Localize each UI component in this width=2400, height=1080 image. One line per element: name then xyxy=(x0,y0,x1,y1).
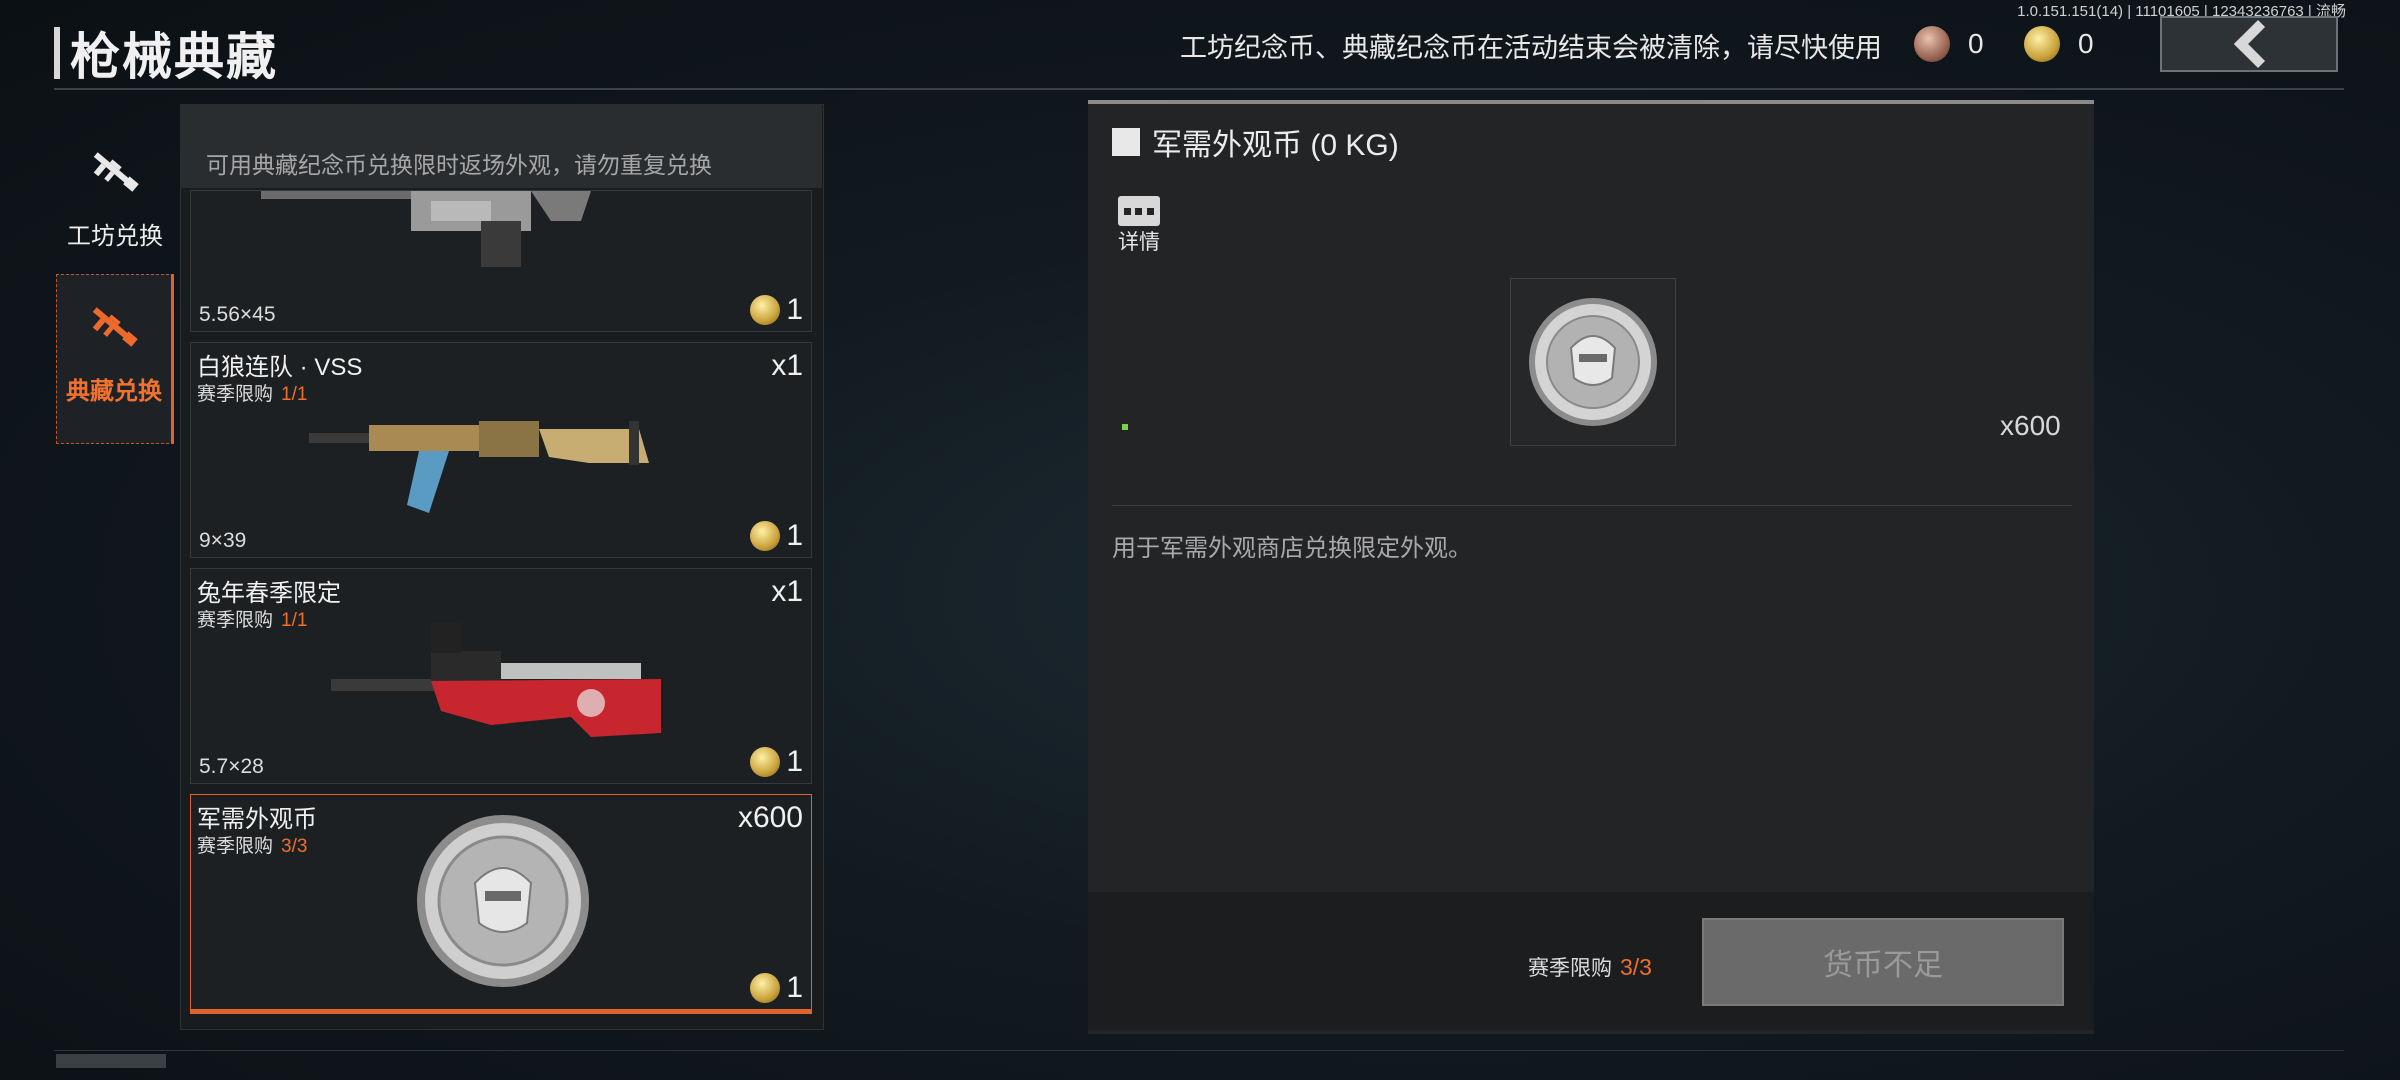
collection-coin-count: 0 xyxy=(2078,28,2094,59)
gold-coin-icon xyxy=(750,295,781,325)
ammo-caliber: 9×39 xyxy=(199,529,247,552)
list-item-selected[interactable]: 军需外观币 赛季限购 3/3 x600 1 xyxy=(190,794,812,1014)
item-quantity: x600 xyxy=(737,801,803,834)
workshop-coin-count: 0 xyxy=(1968,28,1984,59)
rifle-icon xyxy=(93,152,139,192)
page-title: 枪械典藏 xyxy=(70,29,278,85)
limit-label: 赛季限购 xyxy=(197,610,274,631)
price-value: 1 xyxy=(786,745,803,778)
list-item[interactable]: 兔年春季限定 赛季限购 1/1 x1 5.7×28 1 xyxy=(190,568,812,784)
ammo-caliber: 5.7×28 xyxy=(199,755,264,778)
limit-value: 1/1 xyxy=(281,384,308,405)
coin-expiry-notice: 工坊纪念币、典藏纪念币在活动结束会被清除，请尽快使用 xyxy=(1180,33,1882,63)
rifle-icon xyxy=(92,307,138,347)
gold-coin-icon xyxy=(750,973,781,1003)
limit-label: 赛季限购 xyxy=(1528,957,1612,980)
item-name: 白狼连队 · VSS xyxy=(197,354,363,381)
season-limit: 赛季限购 3/3 xyxy=(1528,952,1652,982)
insufficient-currency-button[interactable]: 货币不足 xyxy=(1702,918,2064,1006)
more-details-button[interactable] xyxy=(1118,196,1160,226)
supply-coin-image xyxy=(417,815,589,987)
back-button[interactable] xyxy=(2160,16,2338,72)
item-description: 用于军需外观商店兑换限定外观。 xyxy=(1112,535,1472,562)
collection-coin-icon xyxy=(2024,26,2060,62)
rifle-skin-image xyxy=(261,191,591,267)
ammo-caliber: 5.56×45 xyxy=(199,303,276,326)
header-divider xyxy=(54,88,2344,90)
item-price: 1 xyxy=(750,971,803,1005)
item-name: 兔年春季限定 xyxy=(197,580,341,607)
chevron-left-icon xyxy=(2233,19,2283,69)
item-price: 1 xyxy=(750,293,803,327)
item-tag-icon xyxy=(1112,128,1140,156)
tab-label: 工坊兑换 xyxy=(67,223,163,250)
more-details-label[interactable]: 详情 xyxy=(1118,226,1160,256)
gold-coin-icon xyxy=(750,521,781,551)
detail-title-row: 军需外观币 (0 KG) xyxy=(1112,120,1399,164)
limit-label: 赛季限购 xyxy=(197,836,274,857)
price-value: 1 xyxy=(786,293,803,326)
title-marker xyxy=(54,27,60,79)
item-name: 军需外观币 xyxy=(197,806,317,833)
tab-collection-exchange[interactable]: 典藏兑换 xyxy=(56,274,174,444)
exchange-hint: 可用典藏纪念币兑换限时返场外观，请勿重复兑换 xyxy=(206,152,712,178)
price-value: 1 xyxy=(786,971,803,1004)
detail-title: 军需外观币 (0 KG) xyxy=(1152,129,1399,162)
footer-decoration xyxy=(56,1054,166,1068)
item-price: 1 xyxy=(750,745,803,779)
status-dot xyxy=(1122,424,1128,430)
workshop-coin-icon xyxy=(1914,26,1950,62)
gold-coin-icon xyxy=(750,747,781,777)
list-item[interactable]: 5.56×45 1 xyxy=(190,190,812,332)
season-limit: 赛季限购 1/1 xyxy=(197,379,307,406)
detail-divider xyxy=(1112,505,2072,506)
footer-divider xyxy=(54,1050,2344,1051)
limit-value: 3/3 xyxy=(1620,954,1652,980)
price-value: 1 xyxy=(786,519,803,552)
detail-item-image xyxy=(1510,278,1676,446)
list-item[interactable]: 白狼连队 · VSS 赛季限购 1/1 x1 9×39 1 xyxy=(190,342,812,558)
item-price: 1 xyxy=(750,519,803,553)
page-title-bar: 枪械典藏 xyxy=(54,22,278,85)
exchange-hint-bar: 可用典藏纪念币兑换限时返场外观，请勿重复兑换 xyxy=(180,104,822,188)
season-limit: 赛季限购 1/1 xyxy=(197,605,307,632)
limit-label: 赛季限购 xyxy=(197,384,274,405)
vss-rifle-image xyxy=(309,421,649,513)
limit-value: 1/1 xyxy=(281,610,308,631)
tab-label: 典藏兑换 xyxy=(66,378,162,405)
season-limit: 赛季限购 3/3 xyxy=(197,831,307,858)
p90-smg-image xyxy=(331,623,661,737)
supply-coin-image xyxy=(1529,298,1657,426)
item-quantity: x1 xyxy=(771,349,803,382)
detail-quantity: x600 xyxy=(2000,410,2061,441)
item-quantity: x1 xyxy=(771,575,803,608)
tab-workshop-exchange[interactable]: 工坊兑换 xyxy=(56,120,174,290)
limit-value: 3/3 xyxy=(281,836,308,857)
